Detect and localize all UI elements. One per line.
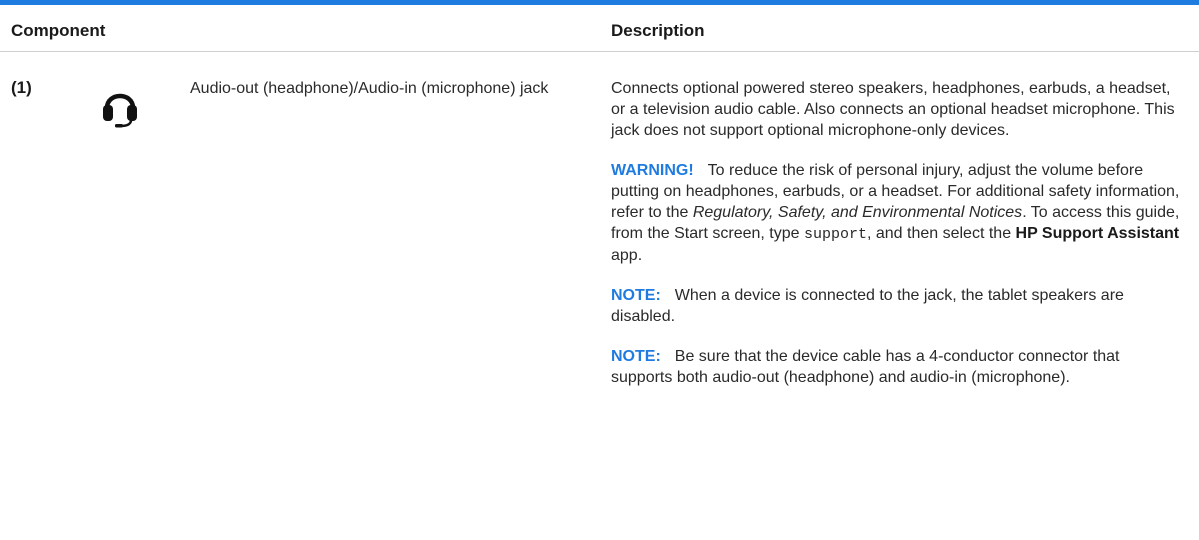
table-row: (1) Audio-out (headphone)/Audio-in (micr… (0, 52, 1199, 540)
app-name: HP Support Assistant (1015, 225, 1180, 242)
warning-paragraph: WARNING! To reduce the risk of personal i… (611, 160, 1181, 266)
note-paragraph-2: NOTE: Be sure that the device cable has a… (611, 346, 1181, 388)
intro-paragraph: Connects optional powered stereo speaker… (611, 80, 1175, 139)
description-column-header: Description (611, 21, 705, 40)
callout-number: (1) (11, 78, 32, 97)
note-paragraph-1: NOTE: When a device is connected to the j… (611, 285, 1181, 327)
table-header-row: Component Description (0, 5, 1199, 52)
notices-doc-title: Regulatory, Safety, and Environmental No… (692, 204, 1023, 221)
warning-label: WARNING! (611, 162, 694, 179)
component-description: Connects optional powered stereo speaker… (611, 78, 1181, 407)
note-text-1: When a device is connected to the jack, … (611, 287, 1124, 325)
component-name: Audio-out (headphone)/Audio-in (micropho… (190, 80, 549, 97)
component-column-header: Component (11, 21, 106, 40)
component-table: Component Description (1) Audio-out (hea… (0, 0, 1199, 540)
note-text-2: Be sure that the device cable has a 4-co… (611, 348, 1120, 386)
headset-icon (100, 82, 140, 128)
note-label-2: NOTE: (611, 348, 661, 365)
note-label-1: NOTE: (611, 287, 661, 304)
support-command: support (803, 226, 867, 243)
warning-text-3: , and then select the (866, 225, 1016, 242)
warning-text-4: app. (611, 247, 643, 264)
